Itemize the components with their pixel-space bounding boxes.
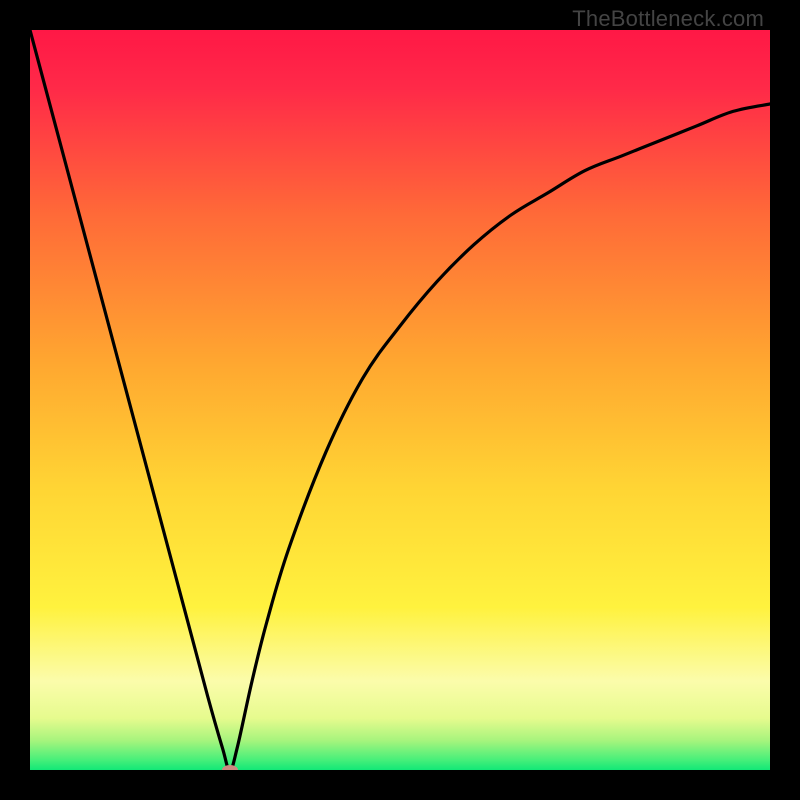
bottleneck-curve — [30, 30, 770, 770]
optimal-point-marker — [222, 765, 238, 770]
chart-area — [30, 30, 770, 770]
watermark-text: TheBottleneck.com — [572, 6, 764, 32]
